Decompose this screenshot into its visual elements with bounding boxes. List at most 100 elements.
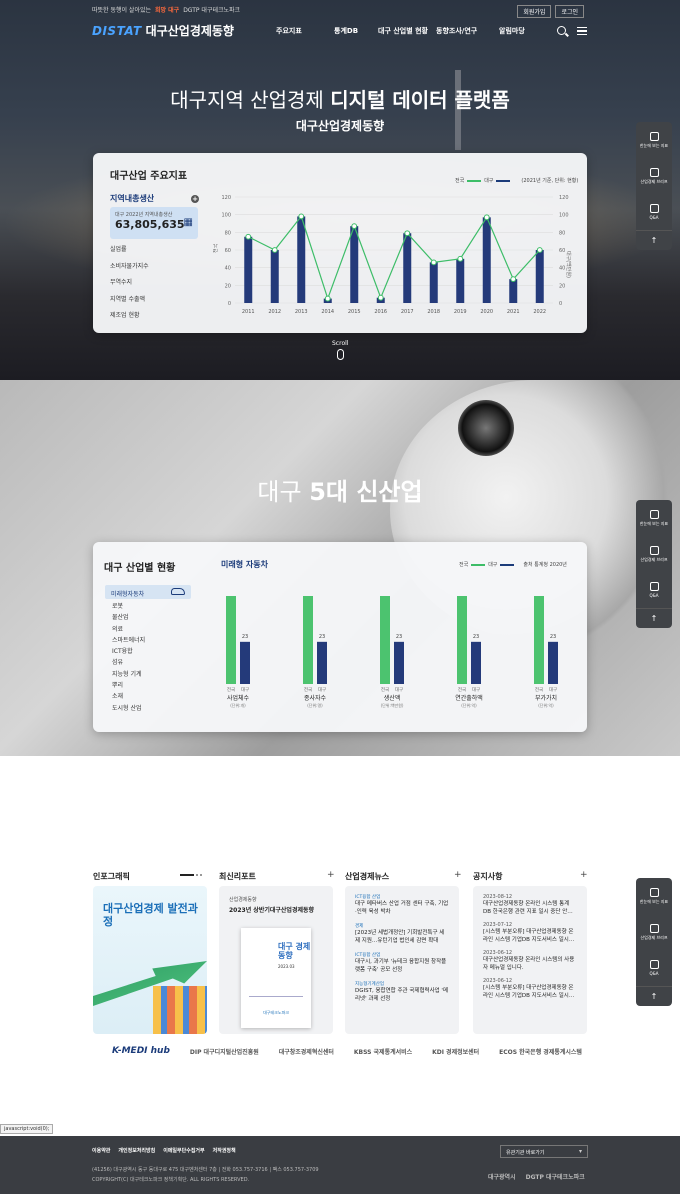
indicator-item-active[interactable]: 지역내총생산 + — [110, 193, 199, 207]
indicator-item[interactable]: 지역별 수출액 — [110, 294, 198, 311]
scroll-indicator[interactable]: Scroll — [332, 340, 348, 360]
news-item[interactable]: 지능형기계산업 DGIST, 융합연합 주관 국제협력사업 '메리넷' 과제 선정 — [355, 981, 449, 1003]
indicator-item[interactable]: 실업률 — [110, 244, 198, 261]
footer-link[interactable]: 개인정보처리방침 — [118, 1147, 155, 1154]
industry-item[interactable]: 물산업 — [105, 612, 191, 623]
category-label: 종사자수 — [304, 694, 327, 702]
x-tick-label: 2017 — [401, 309, 414, 315]
x-tick-label: 2022 — [533, 309, 546, 315]
related-sites-select[interactable]: 유관기관 바로가기 — [500, 1145, 588, 1158]
indicator-box-value: 63,805,635 — [115, 218, 185, 231]
industry-item[interactable]: 로봇 — [105, 601, 191, 612]
notice-item[interactable]: 2023-08-12 대구산업경제동향 온라인 시스템 통계DB 한국은행 관련 … — [483, 894, 577, 916]
partner-logo[interactable]: K-MEDI hub — [112, 1046, 170, 1056]
infographic-title[interactable]: 인포그래픽 — [93, 871, 130, 882]
bar-label: 전국 — [227, 686, 235, 693]
partner-logo[interactable]: 대구창조경제혁신센터 — [279, 1047, 334, 1056]
slider-dot[interactable] — [196, 874, 198, 876]
partner-logo[interactable]: KBSS 국제통계서비스 — [354, 1047, 412, 1056]
industry-item[interactable]: 도시형 산업 — [105, 703, 191, 714]
slider-dot-active[interactable] — [180, 874, 194, 876]
login-button[interactable]: 로그인 — [555, 5, 584, 18]
industry-item[interactable]: 섬유 — [105, 657, 191, 668]
quick-indicator-button[interactable]: 한눈에 보는 지표 — [636, 500, 672, 536]
quick-label: 산업경제 브리프 — [640, 557, 668, 562]
scroll-top-icon[interactable]: ↑ — [636, 986, 672, 1006]
news-item[interactable]: 경제 [2023년 세법개정안] 기회발전특구 세제 지원…유턴기업 법인세 감면… — [355, 923, 449, 945]
plus-icon[interactable]: + — [191, 195, 199, 203]
quick-qna-button[interactable]: Q&A — [636, 950, 672, 986]
bar-label: 전국 — [458, 686, 466, 693]
partner-logo[interactable]: KDI 경제정보센터 — [432, 1047, 479, 1056]
quick-indicator-button[interactable]: 한눈에 보는 지표 — [636, 122, 672, 158]
industry-item[interactable]: 스마트에너지 — [105, 635, 191, 646]
nav-item[interactable]: 동향조사/연구 — [436, 26, 499, 36]
industry-item[interactable]: ICT융합 — [105, 646, 191, 657]
nav-item[interactable]: 통계DB — [334, 26, 378, 36]
quick-indicator-button[interactable]: 한눈에 보는 지표 — [636, 878, 672, 914]
quick-brief-button[interactable]: 산업경제 브리프 — [636, 914, 672, 950]
top-links: 회원가입 로그인 — [517, 5, 584, 18]
bar-label: 대구 — [549, 686, 557, 693]
site-logo[interactable]: DISTAT 대구산업경제동향 — [92, 22, 234, 39]
footer-link[interactable]: 이용약관 — [92, 1147, 110, 1154]
infographic-card[interactable]: 대구산업경제 발전과정 — [93, 886, 207, 1034]
indicator-item[interactable]: 소비자물가지수 — [110, 261, 198, 278]
news-item[interactable]: ICT융합 산업 대구 메타버스 산업 거점 센터 구축, 기업·인력 육성 박차 — [355, 894, 449, 916]
industry-item[interactable]: 지능형 기계 — [105, 669, 191, 680]
slider-dot[interactable] — [200, 874, 202, 876]
line-point — [271, 247, 278, 253]
news-item[interactable]: ICT융합 산업 대구시, 과기부 '뉴테크 융합지원 창작플랫폼 구축' 공모 … — [355, 952, 449, 974]
notice-item[interactable]: 2023-06-12 [시스템 부분오류] 대구산업경제동향 온라인 시스템 기업… — [483, 978, 577, 1000]
quick-brief-button[interactable]: 산업경제 브리프 — [636, 158, 672, 194]
partner-logo[interactable]: ECOS 한국은행 경제통계시스템 — [499, 1047, 582, 1056]
data-label: 23 — [242, 634, 248, 640]
indicator-item[interactable]: 무역수지 — [110, 277, 198, 294]
scroll-top-icon[interactable]: ↑ — [636, 230, 672, 250]
data-label: 48 — [305, 592, 311, 594]
news-more-icon[interactable]: + — [454, 870, 462, 880]
indicator-active-label: 지역내총생산 — [110, 194, 155, 203]
industry-item[interactable]: 의료 — [105, 624, 191, 635]
unit-note: (2021년 기준, 단위: 현황) — [521, 178, 579, 184]
notice-title[interactable]: 공지사항 — [473, 871, 502, 882]
indicator-title: 대구산업 주요지표 — [110, 171, 188, 182]
chart-icon — [649, 510, 659, 519]
bar — [270, 250, 279, 303]
quick-brief-button[interactable]: 산업경제 브리프 — [636, 536, 672, 572]
report-card[interactable]: 산업경제동향 2023년 상반기대구산업경제동향 대구 경제동향 2023.03… — [219, 886, 333, 1034]
join-button[interactable]: 회원가입 — [517, 5, 552, 18]
footer-link[interactable]: 이메일무단수집거부 — [163, 1147, 204, 1154]
y-axis-label-right: 대구(백만원) — [565, 251, 572, 278]
search-icon[interactable] — [557, 26, 566, 35]
industry-item[interactable]: 뿌리 — [105, 680, 191, 691]
indicator-item[interactable]: 제조업 현황 — [110, 310, 198, 327]
notice-more-icon[interactable]: + — [580, 870, 588, 880]
main-nav: 주요지표 통계DB 대구 산업별 현황 동향조사/연구 알림마당 — [276, 26, 539, 36]
industry-item-active[interactable]: 미래형자동차 — [105, 585, 191, 599]
footer-logos: 대구광역시 DGTP 대구테크노파크 — [488, 1172, 585, 1181]
y-tick-label-right: 20 — [559, 283, 565, 289]
calculator-icon: ▦ — [183, 217, 193, 228]
line-point — [377, 294, 384, 301]
news-text: 대구 메타버스 산업 거점 센터 구축, 기업·인력 육성 박차 — [355, 901, 449, 915]
nav-item[interactable]: 주요지표 — [276, 26, 334, 36]
nav-item[interactable]: 대구 산업별 현황 — [378, 26, 436, 36]
quick-qna-button[interactable]: Q&A — [636, 572, 672, 608]
quick-label: 한눈에 보는 지표 — [639, 899, 669, 904]
slider-dots[interactable] — [180, 874, 202, 876]
quick-qna-button[interactable]: Q&A — [636, 194, 672, 230]
partner-logo[interactable]: DIP 대구디지털산업진흥원 — [190, 1047, 259, 1056]
chart-legend: 전국 대구 (2021년 기준, 단위: 현황) — [455, 177, 578, 184]
nav-item[interactable]: 알림마당 — [499, 26, 539, 36]
scroll-top-icon[interactable]: ↑ — [636, 608, 672, 628]
industry-item[interactable]: 소재 — [105, 691, 191, 702]
news-card: ICT융합 산업 대구 메타버스 산업 거점 센터 구축, 기업·인력 육성 박차… — [345, 886, 459, 1034]
notice-item[interactable]: 2023-06-12 대구산업경제동향 온라인 시스템의 사용자 메뉴얼 입니다. — [483, 950, 577, 972]
notice-item[interactable]: 2023-07-12 [시스템 부분오류] 대구산업경제동향 온라인 시스템 기업… — [483, 922, 577, 944]
report-more-icon[interactable]: + — [327, 870, 335, 880]
hamburger-menu-icon[interactable] — [577, 27, 587, 35]
news-title[interactable]: 산업경제뉴스 — [345, 871, 389, 882]
footer-link[interactable]: 저작권정책 — [213, 1147, 236, 1154]
report-title[interactable]: 최신리포트 — [219, 871, 256, 882]
